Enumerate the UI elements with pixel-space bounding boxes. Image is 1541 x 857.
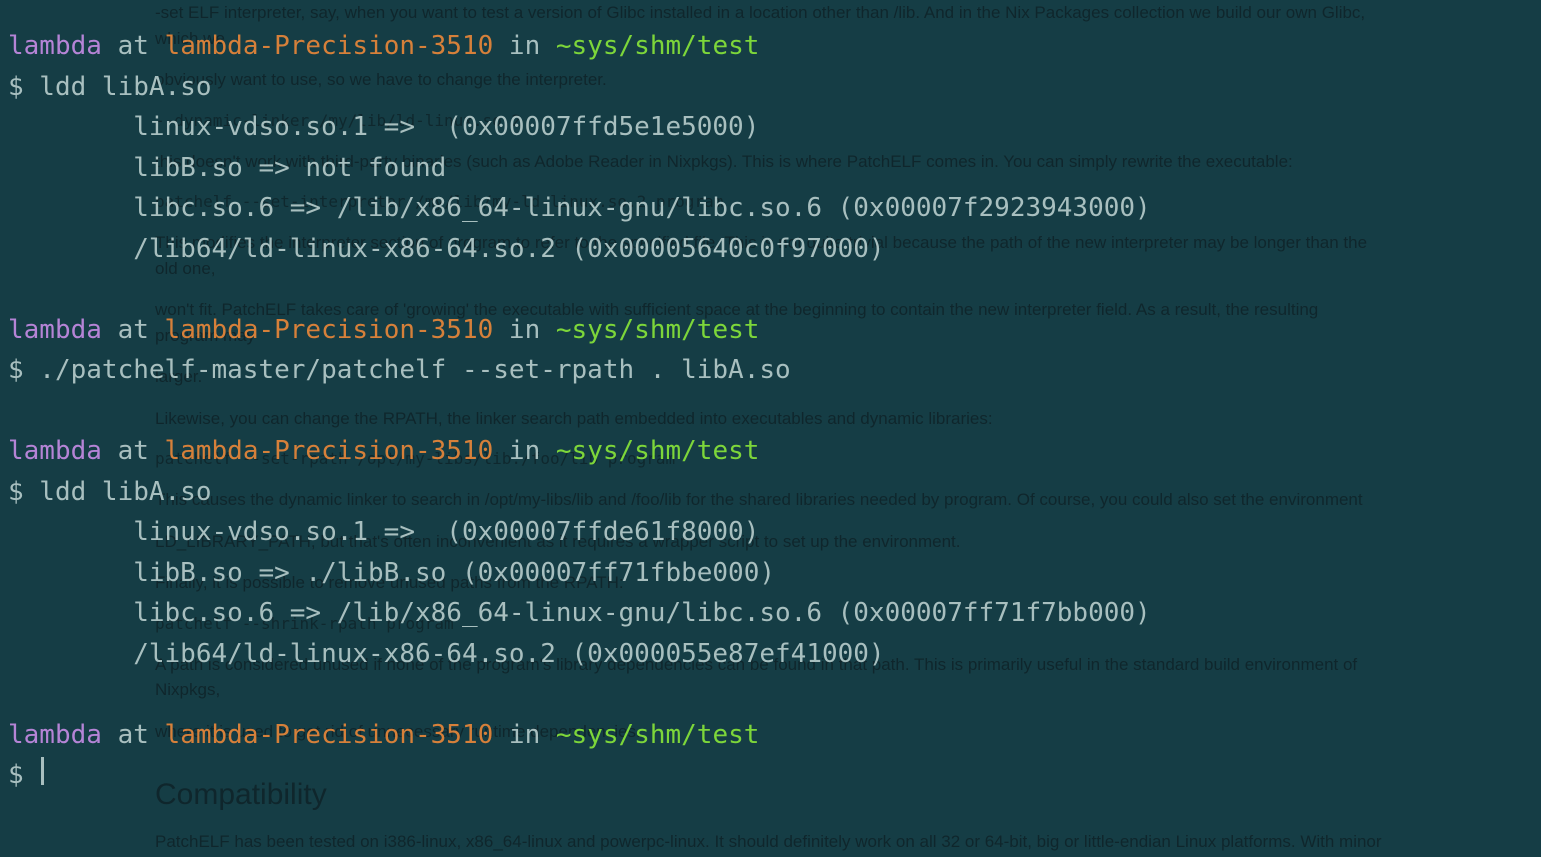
command-line: $ ldd libA.so — [8, 67, 1533, 108]
output-line: libB.so => ./libB.so (0x00007ff71fbbe000… — [8, 553, 1533, 594]
prompt-in: in — [493, 315, 556, 345]
prompt-path: ~sys/shm/test — [556, 31, 760, 61]
prompt-in: in — [493, 436, 556, 466]
prompt-host: lambda-Precision-3510 — [165, 436, 494, 466]
prompt-user: lambda — [8, 315, 102, 345]
blank-line — [8, 391, 1533, 432]
prompt-user: lambda — [8, 436, 102, 466]
prompt-host: lambda-Precision-3510 — [165, 31, 494, 61]
prompt-at: at — [102, 31, 165, 61]
prompt-path: ~sys/shm/test — [556, 436, 760, 466]
prompt-in: in — [493, 31, 556, 61]
output-line: linux-vdso.so.1 => (0x00007ffde61f8000) — [8, 512, 1533, 553]
prompt-at: at — [102, 720, 165, 750]
command-line: $ ./patchelf-master/patchelf --set-rpath… — [8, 350, 1533, 391]
prompt-host: lambda-Precision-3510 — [165, 720, 494, 750]
prompt-at: at — [102, 436, 165, 466]
prompt-in: in — [493, 720, 556, 750]
prompt-path: ~sys/shm/test — [556, 315, 760, 345]
blank-line — [8, 269, 1533, 310]
prompt-line: lambda at lambda-Precision-3510 in ~sys/… — [8, 431, 1533, 472]
output-line: linux-vdso.so.1 => (0x00007ffd5e1e5000) — [8, 107, 1533, 148]
command-input-line[interactable]: $ — [8, 755, 1533, 796]
prompt-user: lambda — [8, 720, 102, 750]
output-line: libc.so.6 => /lib/x86_64-linux-gnu/libc.… — [8, 188, 1533, 229]
prompt-path: ~sys/shm/test — [556, 720, 760, 750]
terminal-overlay[interactable]: lambda at lambda-Precision-3510 in ~sys/… — [0, 0, 1541, 857]
output-line: libc.so.6 => /lib/x86_64-linux-gnu/libc.… — [8, 593, 1533, 634]
prompt-user: lambda — [8, 31, 102, 61]
blank-line — [8, 674, 1533, 715]
prompt-line: lambda at lambda-Precision-3510 in ~sys/… — [8, 310, 1533, 351]
output-line: libB.so => not found — [8, 148, 1533, 189]
prompt-line: lambda at lambda-Precision-3510 in ~sys/… — [8, 715, 1533, 756]
command-line: $ ldd libA.so — [8, 472, 1533, 513]
prompt-at: at — [102, 315, 165, 345]
prompt-line: lambda at lambda-Precision-3510 in ~sys/… — [8, 26, 1533, 67]
prompt-host: lambda-Precision-3510 — [165, 315, 494, 345]
output-line: /lib64/ld-linux-x86-64.so.2 (0x00005640c… — [8, 229, 1533, 270]
output-line: /lib64/ld-linux-x86-64.so.2 (0x000055e87… — [8, 634, 1533, 675]
terminal-cursor — [41, 757, 44, 785]
